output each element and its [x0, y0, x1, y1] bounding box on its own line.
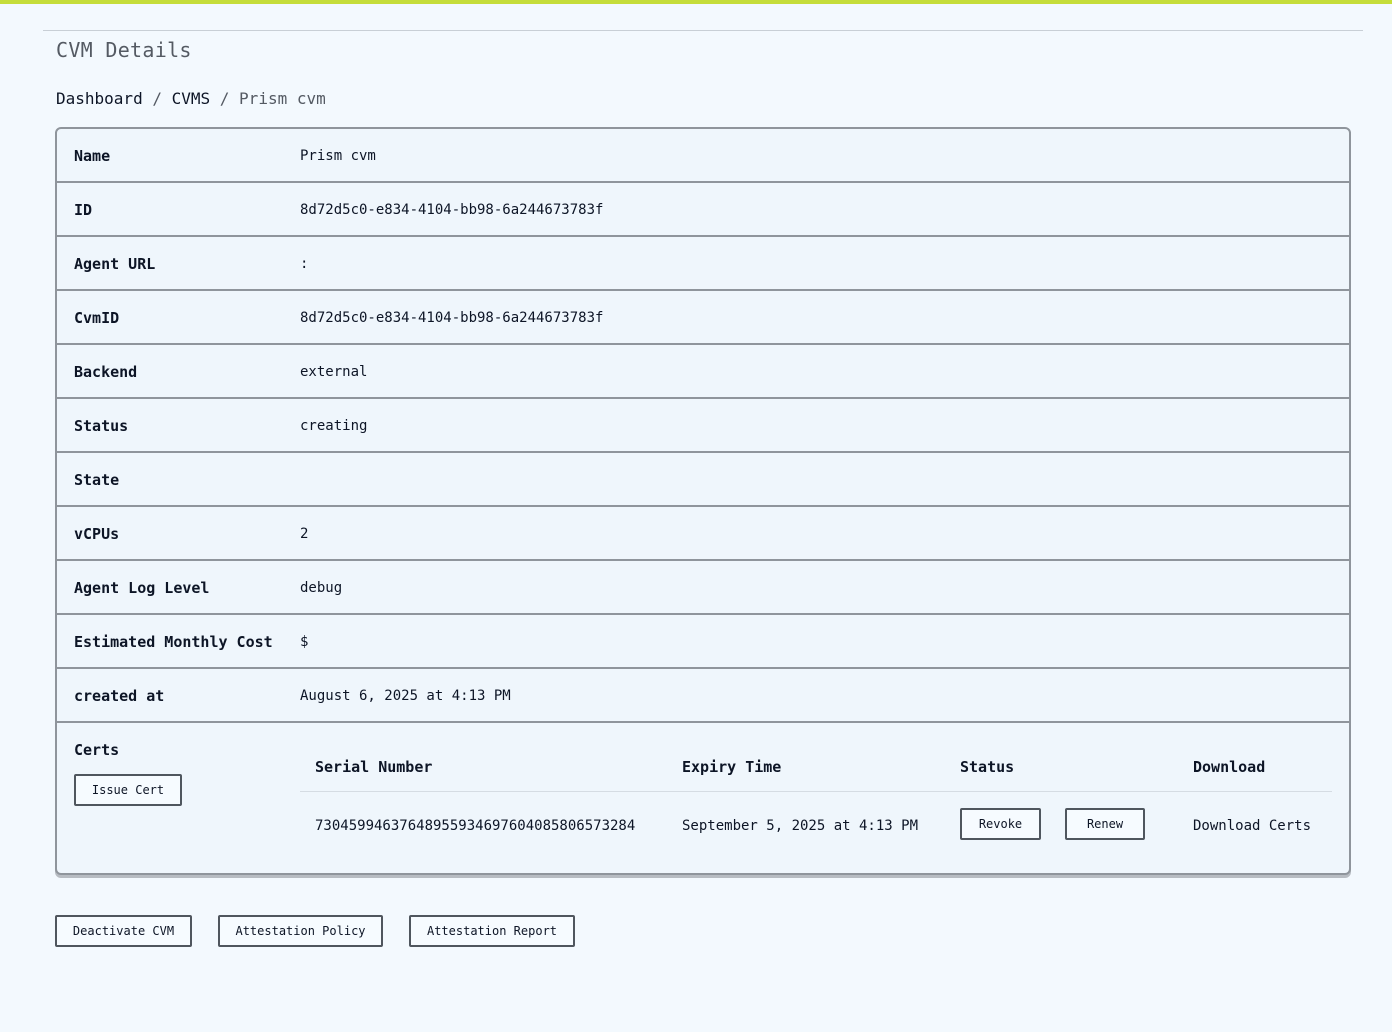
attestation-report-button[interactable]: Attestation Report	[409, 915, 575, 947]
breadcrumb: Dashboard / CVMS / Prism cvm	[56, 89, 326, 108]
detail-label: Status	[74, 417, 129, 435]
breadcrumb-separator: /	[210, 89, 240, 108]
certs-label: Certs	[74, 741, 120, 759]
column-header-download: Download	[1193, 758, 1266, 776]
top-accent-bar	[0, 0, 1392, 4]
detail-row-status: Status creating	[57, 399, 1349, 453]
detail-value: creating	[300, 418, 368, 434]
breadcrumb-cvms-link[interactable]: CVMS	[172, 89, 211, 108]
detail-row-estimated-cost: Estimated Monthly Cost $	[57, 615, 1349, 669]
detail-label: Backend	[74, 363, 138, 381]
detail-row-id: ID 8d72d5c0-e834-4104-bb98-6a244673783f	[57, 183, 1349, 237]
column-header-expiry-time: Expiry Time	[682, 758, 782, 776]
cvm-details-table: Name Prism cvm ID 8d72d5c0-e834-4104-bb9…	[55, 127, 1351, 875]
detail-value: 8d72d5c0-e834-4104-bb98-6a244673783f	[300, 202, 604, 218]
detail-label: ID	[74, 201, 93, 219]
deactivate-cvm-button[interactable]: Deactivate CVM	[55, 915, 192, 947]
detail-value: August 6, 2025 at 4:13 PM	[300, 688, 511, 704]
cert-expiry-time: September 5, 2025 at 4:13 PM	[682, 818, 919, 834]
detail-row-cvmid: CvmID 8d72d5c0-e834-4104-bb98-6a24467378…	[57, 291, 1349, 345]
detail-value: 8d72d5c0-e834-4104-bb98-6a244673783f	[300, 310, 604, 326]
renew-button[interactable]: Renew	[1065, 808, 1145, 840]
detail-value: external	[300, 364, 368, 380]
detail-value: $	[300, 634, 309, 650]
column-header-status: Status	[960, 758, 1015, 776]
detail-label: Agent URL	[74, 255, 156, 273]
certs-section: Certs Issue Cert Serial Number Expiry Ti…	[57, 723, 1349, 873]
detail-label: Agent Log Level	[74, 579, 210, 597]
detail-row-name: Name Prism cvm	[57, 129, 1349, 183]
detail-label: Name	[74, 147, 111, 165]
detail-value: debug	[300, 580, 343, 596]
page-title: CVM Details	[56, 38, 192, 62]
detail-value: 2	[300, 526, 309, 542]
detail-label: Estimated Monthly Cost	[74, 633, 273, 651]
detail-label: CvmID	[74, 309, 120, 327]
cert-serial-number: 73045994637648955934697604085806573284	[315, 818, 636, 834]
detail-row-vcpus: vCPUs 2	[57, 507, 1349, 561]
detail-row-backend: Backend external	[57, 345, 1349, 399]
column-header-serial-number: Serial Number	[315, 758, 433, 776]
breadcrumb-separator: /	[142, 89, 172, 108]
detail-value: Prism cvm	[300, 148, 376, 164]
detail-label: State	[74, 471, 120, 489]
detail-row-agent-log-level: Agent Log Level debug	[57, 561, 1349, 615]
attestation-policy-button[interactable]: Attestation Policy	[218, 915, 383, 947]
detail-label: vCPUs	[74, 525, 120, 543]
detail-row-state: State	[57, 453, 1349, 507]
breadcrumb-dashboard-link[interactable]: Dashboard	[56, 89, 143, 108]
detail-label: created at	[74, 687, 165, 705]
header-divider	[43, 30, 1363, 31]
detail-row-created-at: created at August 6, 2025 at 4:13 PM	[57, 669, 1349, 723]
revoke-button[interactable]: Revoke	[960, 808, 1041, 840]
issue-cert-button[interactable]: Issue Cert	[74, 774, 182, 806]
detail-value: :	[300, 256, 309, 272]
breadcrumb-current: Prism cvm	[239, 89, 326, 108]
detail-row-agent-url: Agent URL :	[57, 237, 1349, 291]
table-header-divider	[300, 791, 1332, 792]
download-certs-link[interactable]: Download Certs	[1193, 818, 1311, 834]
